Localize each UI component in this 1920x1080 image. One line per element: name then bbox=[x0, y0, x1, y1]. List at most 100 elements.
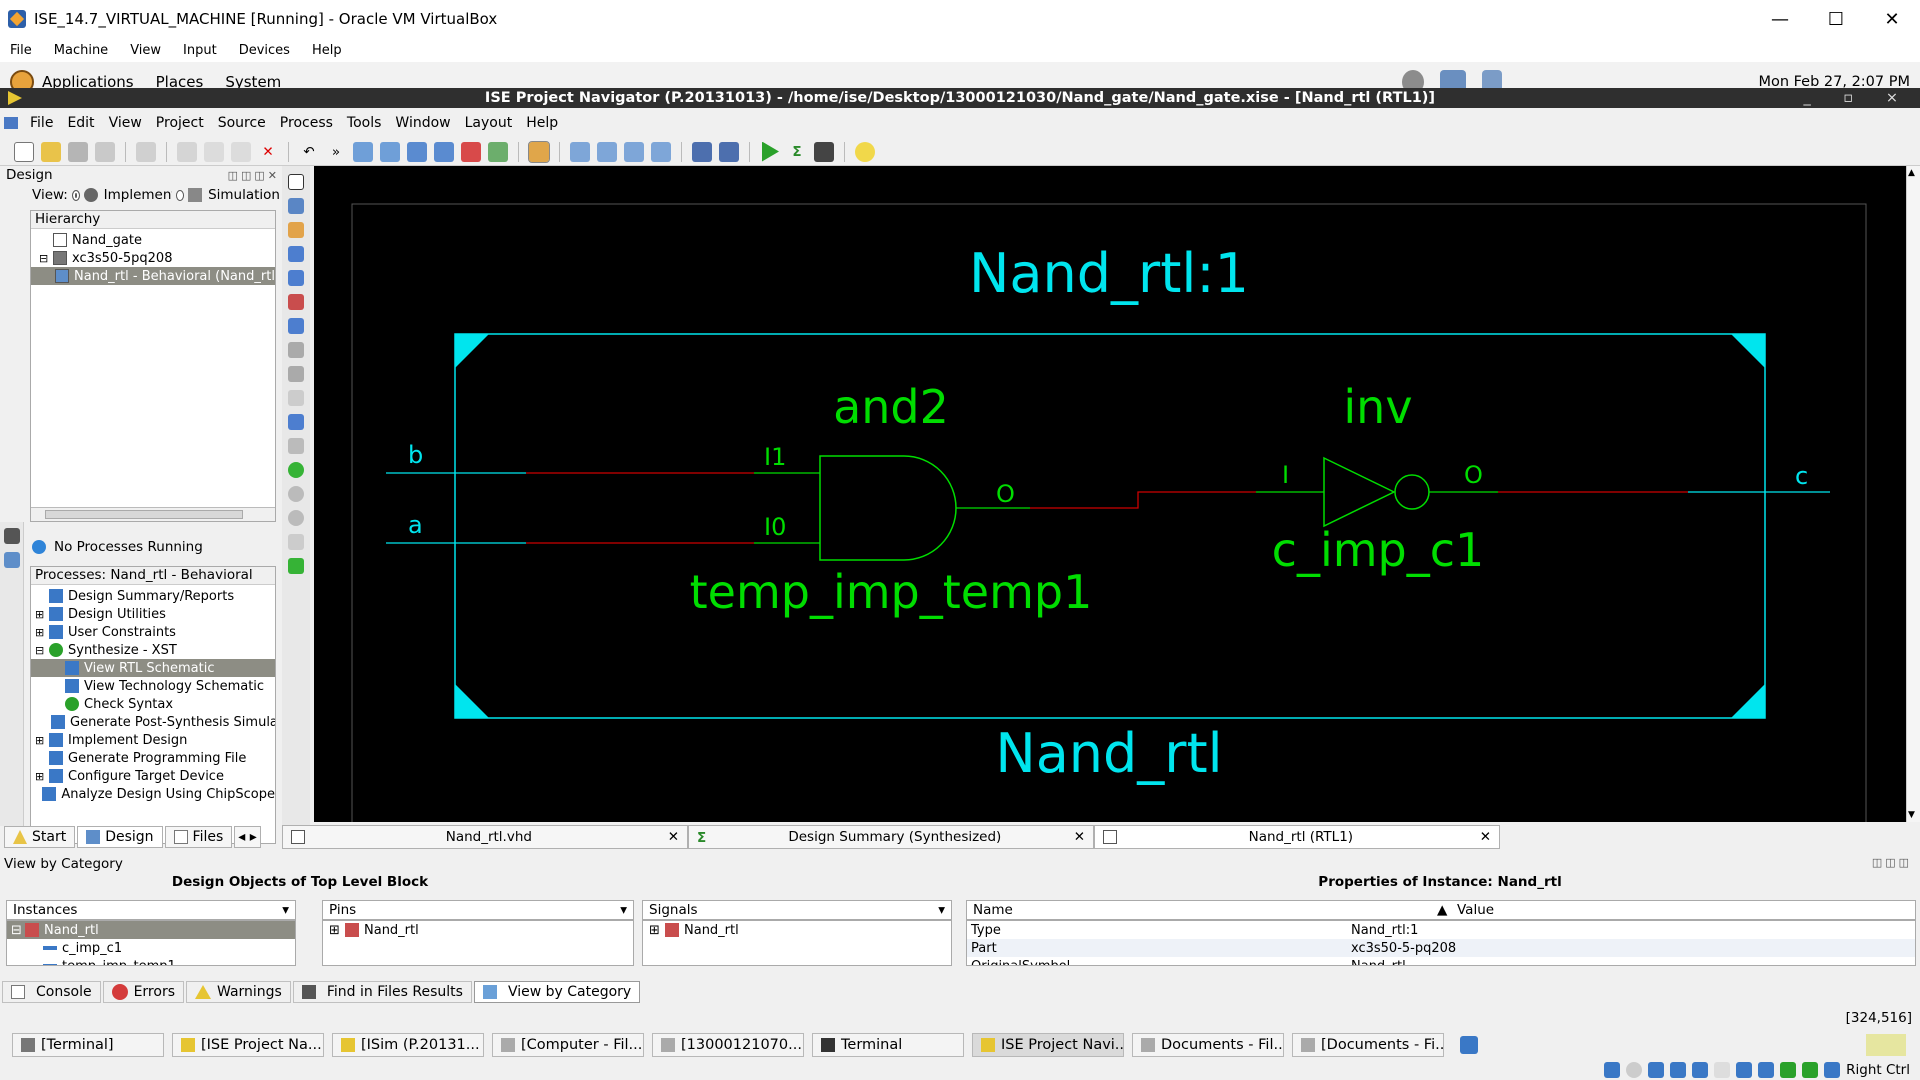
design-summary-icon[interactable]: Σ bbox=[787, 142, 807, 162]
process-item[interactable]: View RTL Schematic bbox=[31, 659, 275, 677]
close-tab-icon[interactable]: ✕ bbox=[1074, 829, 1085, 845]
process-expand-icon[interactable] bbox=[3, 528, 20, 544]
show-props-icon[interactable] bbox=[288, 366, 304, 382]
taskbar-item[interactable]: [Computer - Fil... bbox=[492, 1033, 644, 1057]
recording-icon[interactable] bbox=[1758, 1062, 1775, 1078]
workspace-switcher-icon[interactable] bbox=[1460, 1036, 1478, 1054]
tab-console[interactable]: Console bbox=[2, 981, 101, 1003]
add-text-icon[interactable] bbox=[288, 414, 304, 430]
pins-combo[interactable]: Pins ▾ bbox=[322, 900, 634, 920]
instances-list[interactable]: ⊟ Nand_rtl c_imp_c1 temp_imp_temp1 bbox=[6, 920, 296, 966]
taskbar-item[interactable]: [ISim (P.20131... bbox=[332, 1033, 484, 1057]
taskbar-item[interactable]: ISE Project Navi... bbox=[972, 1033, 1124, 1057]
keyboard-icon[interactable] bbox=[1824, 1062, 1841, 1078]
panel-controls-icon[interactable]: ◫◫◫ bbox=[1872, 856, 1912, 869]
chipscope-icon[interactable] bbox=[814, 141, 834, 162]
process-panel-icon[interactable] bbox=[3, 552, 20, 568]
taskbar-item[interactable]: [13000121070... bbox=[652, 1033, 804, 1057]
cascade-icon[interactable] bbox=[570, 141, 590, 162]
shared-folders-icon[interactable] bbox=[1714, 1062, 1731, 1078]
process-item[interactable]: Generate Post-Synthesis Simulation Model bbox=[31, 713, 275, 731]
add-net-name-icon[interactable] bbox=[288, 222, 304, 238]
menu-edit[interactable]: Edit bbox=[60, 115, 101, 131]
zoom-area-icon[interactable] bbox=[434, 141, 454, 162]
optical-drive-icon[interactable] bbox=[1626, 1062, 1643, 1078]
tab-view-by-category[interactable]: View by Category bbox=[473, 981, 641, 1003]
process-item[interactable]: Check Syntax bbox=[31, 695, 275, 713]
maximize-button[interactable]: ☐ bbox=[1808, 0, 1864, 38]
process-item[interactable]: ⊞ Implement Design bbox=[31, 731, 275, 749]
table-row[interactable]: Type Nand_rtl:1 bbox=[967, 921, 1915, 939]
taskbar-item[interactable]: [ISE Project Na... bbox=[172, 1033, 324, 1057]
save-icon[interactable] bbox=[68, 141, 88, 162]
show-desktop-icon[interactable] bbox=[1866, 1034, 1906, 1056]
list-item[interactable]: c_imp_c1 bbox=[7, 939, 295, 957]
canvas-vscrollbar[interactable]: ▲ ▼ bbox=[1906, 166, 1920, 822]
list-item[interactable]: ⊟ Nand_rtl bbox=[7, 921, 295, 939]
signals-combo[interactable]: Signals ▾ bbox=[642, 900, 952, 920]
minimize-button[interactable]: — bbox=[1752, 0, 1808, 38]
design-goals-icon[interactable] bbox=[692, 141, 712, 162]
cut-icon[interactable] bbox=[177, 141, 197, 162]
taskbar-item[interactable]: [Terminal] bbox=[12, 1033, 164, 1057]
tab-nand-rtl-schematic[interactable]: Nand_rtl (RTL1) ✕ bbox=[1094, 825, 1500, 849]
zoom-out-icon[interactable] bbox=[380, 141, 400, 162]
display-icon[interactable] bbox=[1736, 1062, 1753, 1078]
menu-process[interactable]: Process bbox=[273, 115, 340, 131]
tile-vertical-icon[interactable] bbox=[624, 141, 644, 162]
refresh-icon[interactable] bbox=[488, 141, 508, 162]
delete-icon[interactable]: ✕ bbox=[258, 142, 278, 162]
undo-icon[interactable]: ↶ bbox=[299, 142, 319, 162]
sort-ascending-icon[interactable]: ▲ bbox=[1437, 902, 1451, 918]
table-row[interactable]: OriginalSymbol Nand_rtl bbox=[967, 957, 1915, 966]
scroll-down-icon[interactable]: ▼ bbox=[1908, 810, 1915, 820]
tab-design[interactable]: Design bbox=[77, 826, 163, 848]
vb-menu-help[interactable]: Help bbox=[312, 43, 342, 58]
tab-start[interactable]: Start bbox=[4, 826, 76, 848]
print-icon[interactable] bbox=[136, 141, 156, 162]
paste-icon[interactable] bbox=[231, 141, 251, 162]
block-outline[interactable] bbox=[454, 333, 1766, 719]
list-item[interactable]: ⊞ Nand_rtl bbox=[643, 921, 951, 939]
copy-icon[interactable] bbox=[204, 141, 224, 162]
close-button[interactable]: ✕ bbox=[1864, 0, 1920, 38]
collapse-schematic-icon[interactable] bbox=[288, 270, 304, 286]
save-all-icon[interactable] bbox=[95, 141, 115, 162]
network-adapter-icon[interactable] bbox=[1670, 1062, 1687, 1078]
process-item[interactable]: Analyze Design Using ChipScope bbox=[31, 785, 275, 803]
tab-errors[interactable]: Errors bbox=[102, 981, 184, 1003]
add-bus-icon[interactable] bbox=[288, 390, 304, 406]
process-item[interactable]: Design Summary/Reports bbox=[31, 587, 275, 605]
hierarchy-item[interactable]: Nand_gate bbox=[31, 231, 275, 249]
taskbar-item[interactable]: [Documents - Fi... bbox=[1292, 1033, 1444, 1057]
hard-disk-icon[interactable] bbox=[1604, 1062, 1621, 1078]
audio-icon[interactable] bbox=[1648, 1062, 1665, 1078]
list-item[interactable]: temp_imp_temp1 bbox=[7, 957, 295, 965]
tip-bulb-icon[interactable] bbox=[855, 141, 875, 162]
cpu-icon[interactable] bbox=[1780, 1062, 1797, 1078]
process-item[interactable]: ⊞ Design Utilities bbox=[31, 605, 275, 623]
tab-design-summary[interactable]: Σ Design Summary (Synthesized) ✕ bbox=[688, 825, 1094, 849]
select-tool-icon[interactable] bbox=[528, 140, 550, 163]
close-tab-icon[interactable]: ✕ bbox=[1480, 829, 1491, 845]
more-icon[interactable]: » bbox=[326, 142, 346, 162]
pins-list[interactable]: ⊞ Nand_rtl bbox=[322, 920, 634, 966]
zoom-fit-icon[interactable] bbox=[407, 141, 427, 162]
hierarchy-hscrollbar[interactable] bbox=[31, 507, 275, 521]
menu-window[interactable]: Window bbox=[388, 115, 457, 131]
forward-icon[interactable] bbox=[288, 486, 304, 502]
implementation-option[interactable]: Implementation bbox=[104, 187, 173, 203]
hierarchy-item[interactable]: ⊟ xc3s50-5pq208 bbox=[31, 249, 275, 267]
back-icon[interactable] bbox=[288, 462, 304, 478]
tab-warnings[interactable]: Warnings bbox=[186, 981, 291, 1003]
run-icon[interactable] bbox=[762, 141, 779, 162]
tool-icon[interactable] bbox=[288, 438, 304, 454]
add-io-marker-icon[interactable] bbox=[288, 318, 304, 334]
inverter-symbol[interactable] bbox=[1323, 456, 1396, 528]
process-item[interactable]: View Technology Schematic bbox=[31, 677, 275, 695]
vb-menu-file[interactable]: File bbox=[10, 43, 32, 58]
panel-controls-icon[interactable]: ◫◫◫✕ bbox=[228, 169, 280, 182]
vb-menu-machine[interactable]: Machine bbox=[54, 43, 108, 58]
tab-find-in-files[interactable]: Find in Files Results bbox=[292, 981, 472, 1003]
process-item[interactable]: ⊞ Configure Target Device bbox=[31, 767, 275, 785]
